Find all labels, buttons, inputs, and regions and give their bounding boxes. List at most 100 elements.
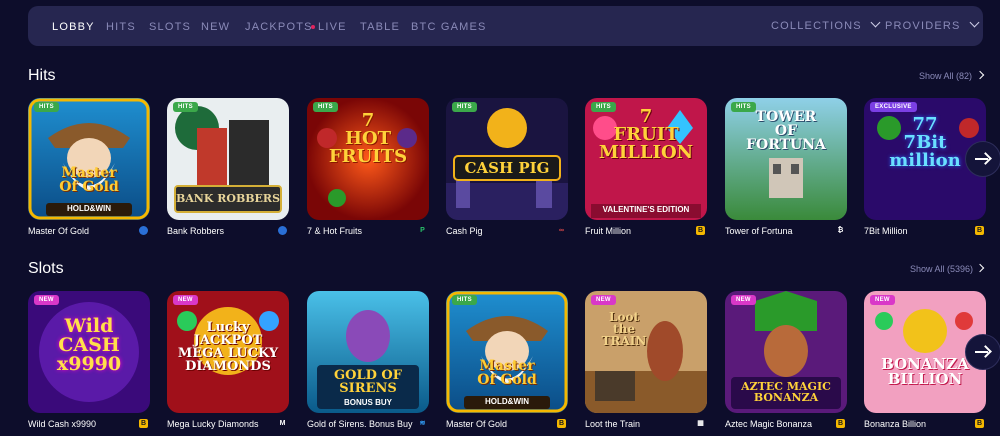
currency-b-icon: B [836,419,845,428]
game-art-subtitle: HOLD&WIN [485,397,529,406]
currency-s-icon: ≋ [419,420,426,427]
hits-badge: HITS [313,102,338,112]
chevron-down-icon [870,17,881,28]
exclusive-badge: EXCLUSIVE [870,102,917,112]
currency-b-icon: B [696,226,705,235]
nav-table[interactable]: TABLE [360,21,400,33]
game-name[interactable]: 7Bit Million [864,226,908,236]
game-card[interactable]: HITS Master Of Gold HOLD&WIN Master Of G… [446,291,568,429]
game-thumbnail[interactable]: NEW Wild CASH x9990 [28,291,150,413]
currency-b-icon: B [139,419,148,428]
game-art-title: BONANZA BILLION [881,355,969,388]
slots-section-title: Slots [28,260,64,277]
hits-show-all-link[interactable]: Show All (82) [919,71,972,81]
game-card[interactable]: HITS TOWER OF FORTUNA Tower of Fortuna ₿ [725,98,847,236]
game-card[interactable]: NEW AZTEC MAGIC BONANZA Aztec Magic Bona… [725,291,847,429]
game-thumbnail[interactable]: HITS Master Of Gold HOLD&WIN [446,291,568,413]
game-card[interactable]: NEW Wild CASH x9990 Wild Cash x9990 B [28,291,150,429]
currency-bitcoin-icon: ₿ [837,227,844,234]
game-thumbnail[interactable]: HITS CASH PIG [446,98,568,220]
game-thumbnail[interactable]: HITS BANK ROBBERS [167,98,289,220]
game-name[interactable]: Cash Pig [446,226,483,236]
nav-jackpots[interactable]: JACKPOTS [245,21,313,33]
game-art-title: 7 HOT FRUITS [328,110,408,167]
game-card[interactable]: NEW Lucky JACKPOT MEGA LUCKY DIAMONDS Me… [167,291,289,429]
game-card[interactable]: NEW Loot the TRAIN Loot the Train ▦ [585,291,707,429]
game-thumbnail[interactable]: HITS 7 FRUIT MILLION VALENTINE'S EDITION [585,98,707,220]
collections-dropdown[interactable]: COLLECTIONS [771,17,881,32]
game-art-title: CASH PIG [464,159,550,177]
providers-dropdown[interactable]: PROVIDERS [885,17,980,32]
game-name[interactable]: Bonanza Billion [864,419,926,429]
game-thumbnail[interactable]: NEW Loot the TRAIN [585,291,707,413]
hits-next-arrow-icon[interactable] [975,70,985,80]
game-art-title: BANK ROBBERS [175,192,281,205]
game-art-title: Master Of Gold [477,358,537,388]
hits-scroll-right-button[interactable] [965,141,1000,177]
nav-new[interactable]: NEW [201,21,230,33]
game-card[interactable]: HITS BANK ROBBERS Bank Robbers [167,98,289,236]
game-name[interactable]: Gold of Sirens. Bonus Buy [307,419,413,429]
game-card[interactable]: GOLD OF SIRENS BONUS BUY Gold of Sirens.… [307,291,429,429]
nav-lobby[interactable]: LOBBY [52,21,95,33]
game-name[interactable]: Mega Lucky Diamonds [167,419,259,429]
arrow-head-icon [979,345,992,358]
game-art-title: 7 FRUIT MILLION [598,106,694,163]
nav-slots[interactable]: SLOTS [149,21,191,33]
nav-btc-games[interactable]: BTC GAMES [411,21,487,33]
game-name[interactable]: Bank Robbers [167,226,224,236]
hits-badge: HITS [452,295,477,305]
game-name[interactable]: Tower of Fortuna [725,226,793,236]
slots-scroll-right-button[interactable] [965,334,1000,370]
new-badge: NEW [34,295,59,305]
game-thumbnail[interactable]: HITS TOWER OF FORTUNA [725,98,847,220]
currency-b-icon: B [975,419,984,428]
game-art-title: GOLD OF SIRENS [334,368,402,396]
game-art-title: Wild CASH x9990 [56,315,122,375]
new-badge: NEW [731,295,756,305]
new-badge: NEW [173,295,198,305]
currency-p-icon: P [420,227,425,234]
game-thumbnail[interactable]: NEW AZTEC MAGIC BONANZA [725,291,847,413]
game-name[interactable]: Wild Cash x9990 [28,419,96,429]
game-art-title: 77 7Bit million [889,114,961,171]
new-badge: NEW [870,295,895,305]
game-art-subtitle: VALENTINE'S EDITION [602,205,690,214]
hits-section-title: Hits [28,67,56,84]
game-card[interactable]: HITS 7 FRUIT MILLION VALENTINE'S EDITION… [585,98,707,236]
chevron-down-icon [969,17,980,28]
game-card[interactable]: HITS Master Of Gold HOLD&WIN Master Of G… [28,98,150,236]
game-thumbnail[interactable]: HITS Master Of Gold HOLD&WIN [28,98,150,220]
game-name[interactable]: Fruit Million [585,226,631,236]
currency-b-icon: B [975,226,984,235]
game-art-subtitle: BONUS BUY [343,398,392,407]
game-name[interactable]: Aztec Magic Bonanza [725,419,812,429]
currency-coin-icon [278,226,287,235]
arrow-head-icon [979,152,992,165]
live-dot-icon [311,25,315,30]
top-nav: LOBBY HITS SLOTS NEW JACKPOTS LIVE TABLE… [28,6,983,46]
slots-show-all-link[interactable]: Show All (5396) [910,264,973,274]
game-art-title: AZTEC MAGIC BONANZA [741,380,831,404]
nav-hits[interactable]: HITS [106,21,136,33]
hits-badge: HITS [452,102,477,112]
game-art-title: TOWER OF FORTUNA [746,109,826,153]
nav-live-label: LIVE [318,21,347,33]
currency-qr-icon: ▦ [697,420,704,427]
game-card[interactable]: HITS CASH PIG Cash Pig ∞ [446,98,568,236]
game-thumbnail[interactable]: GOLD OF SIRENS BONUS BUY [307,291,429,413]
game-card[interactable]: HITS 7 HOT FRUITS 7 & Hot Fruits P [307,98,429,236]
game-thumbnail[interactable]: HITS 7 HOT FRUITS [307,98,429,220]
slots-next-arrow-icon[interactable] [975,263,985,273]
game-art-title: Master Of Gold [59,165,119,195]
game-thumbnail[interactable]: NEW Lucky JACKPOT MEGA LUCKY DIAMONDS [167,291,289,413]
game-name[interactable]: 7 & Hot Fruits [307,226,362,236]
collections-label: COLLECTIONS [771,20,862,32]
game-name[interactable]: Master Of Gold [28,226,89,236]
game-name[interactable]: Loot the Train [585,419,640,429]
game-name[interactable]: Master Of Gold [446,419,507,429]
game-art-subtitle: HOLD&WIN [67,204,111,213]
nav-live[interactable]: LIVE [311,21,347,33]
currency-m-icon: M [279,420,286,427]
providers-label: PROVIDERS [885,20,961,32]
